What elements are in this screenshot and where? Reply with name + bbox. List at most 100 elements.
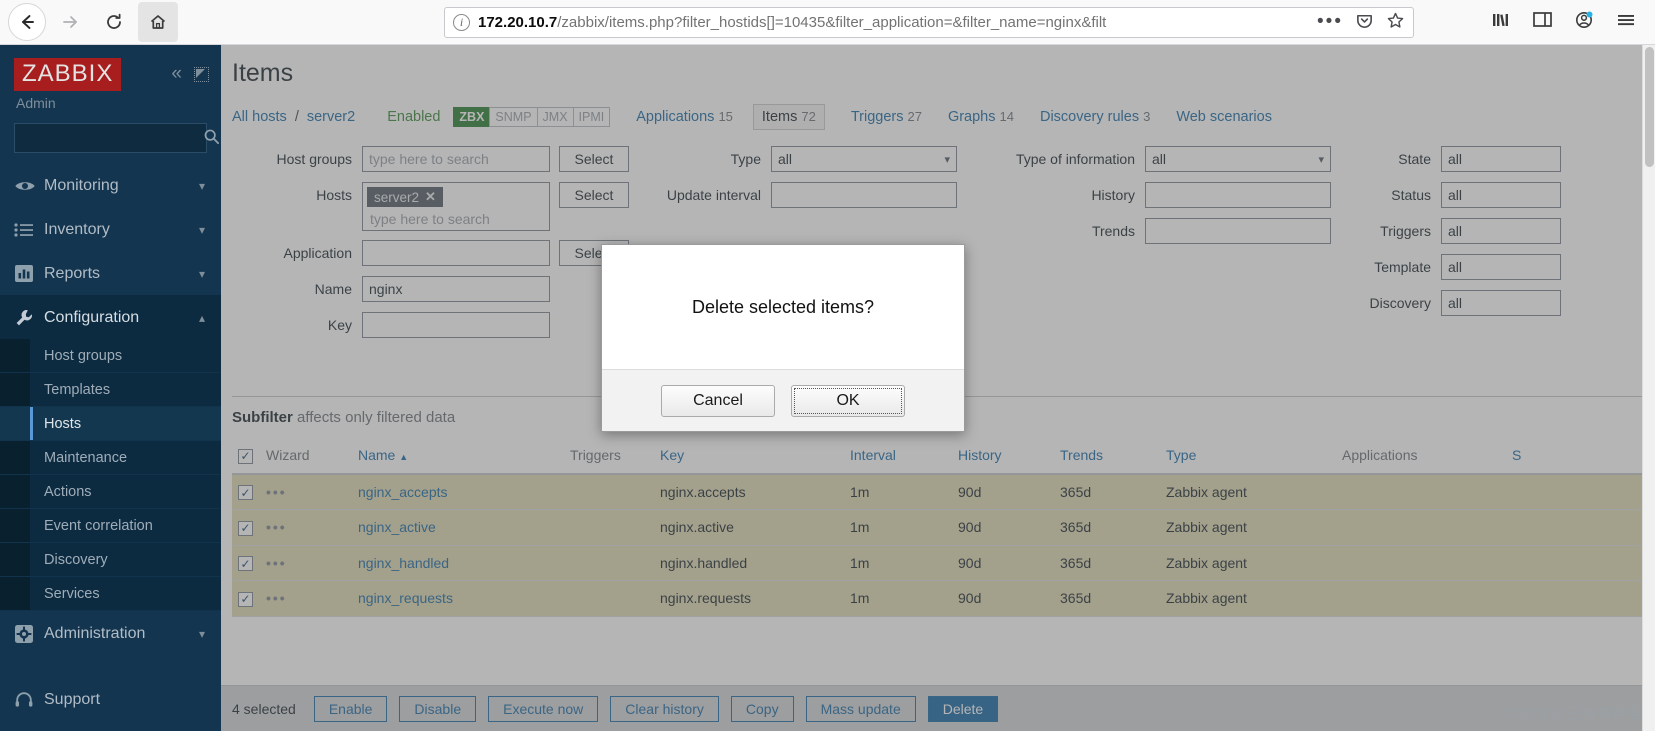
address-bar[interactable]: i 172.20.10.7/zabbix/items.php?filter_ho…	[444, 6, 1414, 38]
row-checkbox-cell[interactable]: ✓	[232, 509, 260, 546]
sidebar-item-inventory[interactable]: Inventory ▾	[0, 207, 221, 251]
hosts-select-button[interactable]: Select	[559, 182, 629, 208]
item-name-link[interactable]: nginx_requests	[358, 590, 453, 606]
column-header-type[interactable]: Type	[1160, 438, 1336, 475]
row-name-cell[interactable]: nginx_requests	[352, 580, 564, 617]
sidebar-item-actions[interactable]: Actions	[0, 475, 221, 509]
star-icon[interactable]	[1386, 11, 1405, 34]
ok-button[interactable]: OK	[791, 384, 905, 417]
sidebar-item-discovery[interactable]: Discovery	[0, 543, 221, 577]
table-row[interactable]: ✓ ••• nginx_active nginx.active 1m 90d 3…	[232, 509, 1655, 546]
row-checkbox-cell[interactable]: ✓	[232, 580, 260, 617]
sidebar-search[interactable]	[14, 123, 220, 153]
host-groups-input[interactable]	[362, 146, 550, 172]
column-header-trends[interactable]: Trends	[1054, 438, 1160, 475]
search-icon[interactable]	[203, 128, 220, 149]
table-row[interactable]: ✓ ••• nginx_handled nginx.handled 1m 90d…	[232, 545, 1655, 581]
tab-web-scenarios[interactable]: Web scenarios	[1176, 109, 1272, 125]
discovery-select[interactable]: all	[1441, 290, 1561, 316]
row-name-cell[interactable]: nginx_handled	[352, 545, 564, 581]
row-wizard-cell[interactable]: •••	[260, 473, 352, 510]
sidebar-item-configuration[interactable]: Configuration ▴	[0, 295, 221, 339]
hosts-multiselect[interactable]: server2 ✕ type here to search	[362, 182, 550, 231]
sidebar-icon[interactable]	[1532, 10, 1553, 34]
sidebar-item-maintenance[interactable]: Maintenance	[0, 441, 221, 475]
trends-input[interactable]	[1145, 218, 1331, 244]
home-icon[interactable]	[138, 2, 178, 42]
copy-button[interactable]: Copy	[730, 695, 794, 722]
status-select[interactable]: all	[1441, 182, 1561, 208]
sidebar-item-templates[interactable]: Templates	[0, 373, 221, 407]
template-select[interactable]: all	[1441, 254, 1561, 280]
sidebar-item-hosts[interactable]: Hosts	[0, 407, 221, 441]
page-scrollbar[interactable]	[1642, 45, 1655, 731]
reload-icon[interactable]	[94, 2, 134, 42]
clear-history-button[interactable]: Clear history	[610, 695, 719, 722]
column-header-key[interactable]: Key	[654, 438, 844, 475]
application-input[interactable]	[362, 240, 550, 266]
enable-button[interactable]: Enable	[313, 695, 388, 722]
sidebar-item-monitoring[interactable]: Monitoring ▾	[0, 163, 221, 207]
wizard-menu-icon[interactable]: •••	[266, 519, 287, 535]
breadcrumb-host[interactable]: server2	[307, 109, 355, 125]
ellipsis-icon[interactable]: •••	[1317, 11, 1343, 33]
tab-applications[interactable]: Applications 15	[636, 109, 733, 125]
breadcrumb-all-hosts[interactable]: All hosts	[232, 109, 287, 125]
column-header-history[interactable]: History	[952, 438, 1054, 475]
key-input[interactable]	[362, 312, 550, 338]
double-chevron-left-icon[interactable]: «	[171, 63, 182, 85]
row-checkbox[interactable]: ✓	[238, 520, 253, 536]
row-wizard-cell[interactable]: •••	[260, 545, 352, 581]
zabbix-logo[interactable]: ZABBIX	[14, 57, 122, 91]
sidebar-item-reports[interactable]: Reports ▾	[0, 251, 221, 295]
chevron-down-icon[interactable]: ▾	[199, 267, 221, 281]
scrollbar-thumb[interactable]	[1645, 47, 1654, 167]
disable-button[interactable]: Disable	[399, 695, 477, 722]
select-all-checkbox[interactable]: ✓	[238, 448, 253, 464]
item-name-link[interactable]: nginx_active	[358, 519, 436, 535]
type-select[interactable]: all ▾	[771, 146, 957, 172]
host-groups-select-button[interactable]: Select	[559, 146, 629, 172]
info-icon[interactable]: i	[453, 13, 470, 31]
sidebar-item-services[interactable]: Services	[0, 577, 221, 611]
row-name-cell[interactable]: nginx_accepts	[352, 473, 564, 510]
column-header-status[interactable]: S	[1506, 438, 1655, 475]
delete-button[interactable]: Delete	[927, 695, 999, 722]
tab-discovery-rules[interactable]: Discovery rules 3	[1040, 109, 1150, 125]
cancel-button[interactable]: Cancel	[661, 384, 775, 417]
host-chip-server2[interactable]: server2 ✕	[367, 187, 443, 207]
wizard-menu-icon[interactable]: •••	[266, 590, 287, 606]
sidebar-item-event-correlation[interactable]: Event correlation	[0, 509, 221, 543]
row-wizard-cell[interactable]: •••	[260, 509, 352, 546]
pocket-icon[interactable]	[1355, 11, 1374, 34]
row-checkbox[interactable]: ✓	[238, 556, 253, 571]
close-icon[interactable]: ✕	[425, 189, 436, 205]
select-all-header[interactable]: ✓	[232, 438, 260, 475]
row-checkbox[interactable]: ✓	[238, 591, 253, 607]
table-row[interactable]: ✓ ••• nginx_requests nginx.requests 1m 9…	[232, 580, 1655, 617]
item-name-link[interactable]: nginx_accepts	[358, 484, 448, 500]
row-checkbox-cell[interactable]: ✓	[232, 545, 260, 581]
chevron-up-icon[interactable]: ▴	[199, 311, 221, 325]
mass-update-button[interactable]: Mass update	[805, 695, 916, 722]
row-checkbox-cell[interactable]: ✓	[232, 473, 260, 510]
wizard-menu-icon[interactable]: •••	[266, 484, 287, 500]
column-header-interval[interactable]: Interval	[844, 438, 952, 475]
back-arrow-icon[interactable]	[8, 3, 46, 41]
chevron-down-icon[interactable]: ▾	[199, 223, 221, 237]
sidebar-item-host-groups[interactable]: Host groups	[0, 339, 221, 373]
row-checkbox[interactable]: ✓	[238, 485, 253, 500]
sidebar-item-support[interactable]: Support	[0, 677, 221, 721]
host-status[interactable]: Enabled	[387, 109, 440, 125]
search-input[interactable]	[23, 129, 203, 147]
item-name-link[interactable]: nginx_handled	[358, 555, 449, 571]
wizard-menu-icon[interactable]: •••	[266, 555, 287, 571]
tab-graphs[interactable]: Graphs 14	[948, 109, 1014, 125]
type-of-information-select[interactable]: all ▾	[1145, 146, 1331, 172]
account-icon[interactable]	[1573, 10, 1595, 35]
name-input[interactable]	[362, 276, 550, 302]
hamburger-menu-icon[interactable]	[1615, 10, 1637, 35]
triggers-select[interactable]: all	[1441, 218, 1561, 244]
execute-now-button[interactable]: Execute now	[488, 695, 599, 722]
column-header-name[interactable]: Name ▲	[352, 438, 564, 475]
